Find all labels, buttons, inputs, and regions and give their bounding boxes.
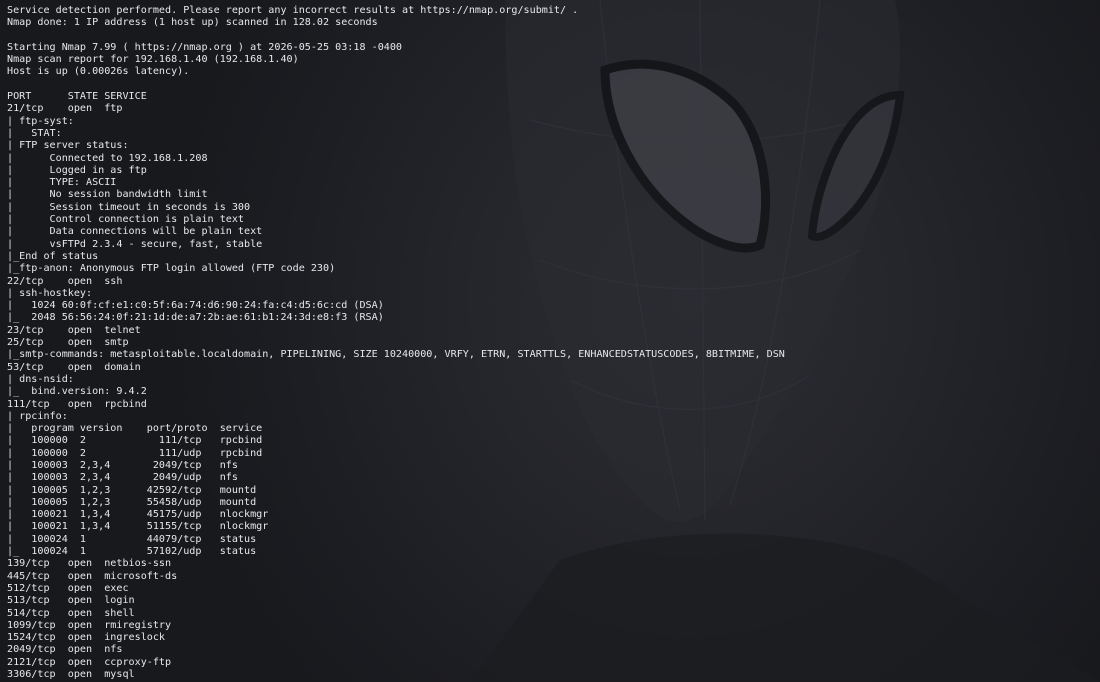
terminal-line: | 1024 60:0f:cf:e1:c0:5f:6a:74:d6:90:24:… [7,300,384,312]
terminal-line: | 100024 1 44079/tcp status [7,533,257,545]
terminal-line: | program version port/proto service [7,423,263,435]
terminal-line: | rpcinfo: [7,410,68,422]
terminal-line: | Connected to 192.168.1.208 [7,152,208,164]
terminal-line: | Session timeout in seconds is 300 [7,201,251,213]
terminal-line: 139/tcp open netbios-ssn [7,558,172,570]
terminal-line: 3306/tcp open mysql [7,669,135,681]
terminal-line: |_smtp-commands: metasploitable.localdom… [7,349,785,361]
terminal-output[interactable]: Service detection performed. Please repo… [7,5,1100,681]
terminal-line: 2121/tcp open ccproxy-ftp [7,656,172,668]
terminal-line: | 100003 2,3,4 2049/tcp nfs [7,459,238,471]
terminal-line: 512/tcp open exec [7,582,129,594]
terminal-line: Nmap done: 1 IP address (1 host up) scan… [7,17,378,29]
terminal-line: | 100000 2 111/udp rpcbind [7,447,263,459]
terminal-line: | vsFTPd 2.3.4 - secure, fast, stable [7,238,263,250]
terminal-line: | FTP server status: [7,140,129,152]
terminal-line: Nmap scan report for 192.168.1.40 (192.1… [7,54,299,66]
terminal-line: |_ 2048 56:56:24:0f:21:1d:de:a7:2b:ae:61… [7,312,384,324]
terminal-line: 111/tcp open rpcbind [7,398,147,410]
terminal-line: 513/tcp open login [7,595,135,607]
terminal-line: |_ bind.version: 9.4.2 [7,386,147,398]
terminal-line: | STAT: [7,127,62,139]
terminal-line: Service detection performed. Please repo… [7,5,579,16]
terminal-line: 1099/tcp open rmiregistry [7,619,172,631]
terminal-line: 1524/tcp open ingreslock [7,632,166,644]
terminal-line: 23/tcp open telnet [7,324,141,336]
terminal-line: |_ftp-anon: Anonymous FTP login allowed … [7,263,336,275]
terminal-line: | 100021 1,3,4 45175/udp nlockmgr [7,509,269,521]
terminal-line: | 100000 2 111/tcp rpcbind [7,435,263,447]
terminal-line: 25/tcp open smtp [7,337,129,349]
terminal-line: | ftp-syst: [7,115,74,127]
terminal-line: | Control connection is plain text [7,214,245,226]
terminal-line: | TYPE: ASCII [7,177,117,189]
terminal-line: | ssh-hostkey: [7,287,93,299]
terminal-line: 53/tcp open domain [7,361,141,373]
terminal-window[interactable]: Service detection performed. Please repo… [0,0,1100,682]
terminal-line: 21/tcp open ftp [7,103,123,115]
terminal-line: Starting Nmap 7.99 ( https://nmap.org ) … [7,41,403,53]
terminal-line: |_End of status [7,250,99,262]
terminal-line: | 100005 1,2,3 55458/udp mountd [7,496,257,508]
terminal-line: |_ 100024 1 57102/udp status [7,546,257,558]
terminal-line: 22/tcp open ssh [7,275,123,287]
terminal-line: 445/tcp open microsoft-ds [7,570,178,582]
terminal-line: Host is up (0.00026s latency). [7,66,190,78]
terminal-line: | 100021 1,3,4 51155/tcp nlockmgr [7,521,269,533]
terminal-line: PORT STATE SERVICE [7,91,147,103]
terminal-line: 514/tcp open shell [7,607,135,619]
terminal-line: 2049/tcp open nfs [7,644,123,656]
terminal-line: | 100005 1,2,3 42592/tcp mountd [7,484,257,496]
terminal-line: | Data connections will be plain text [7,226,263,238]
terminal-line: | 100003 2,3,4 2049/udp nfs [7,472,238,484]
terminal-line: | dns-nsid: [7,373,74,385]
terminal-line: | Logged in as ftp [7,164,147,176]
terminal-line: | No session bandwidth limit [7,189,208,201]
